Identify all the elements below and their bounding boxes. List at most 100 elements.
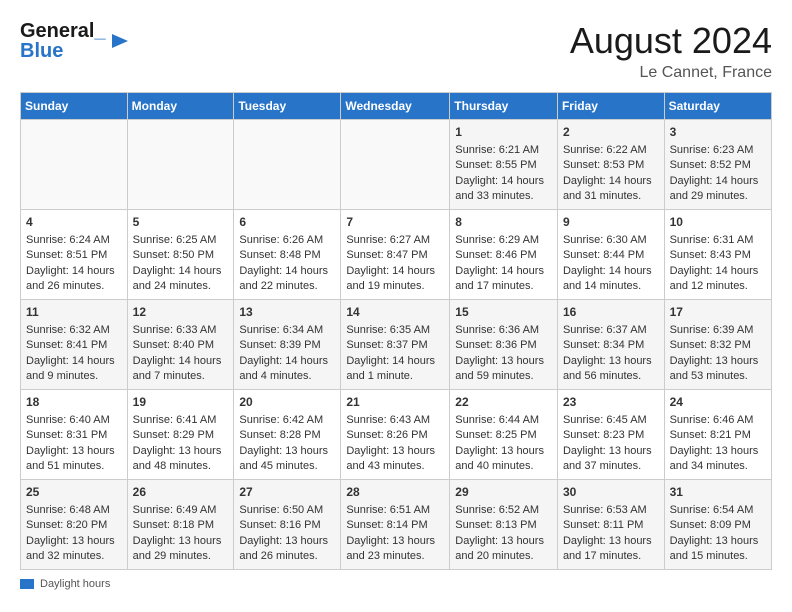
day-number: 24 [670, 394, 766, 411]
day-info: Sunset: 8:41 PM [26, 338, 122, 353]
calendar-cell: 19 Sunrise: 6:41 AMSunset: 8:29 PMDayligh… [127, 390, 234, 480]
day-info: Daylight: 13 hours and 48 minutes. [133, 444, 229, 475]
col-header-saturday: Saturday [664, 93, 771, 120]
day-info: Sunset: 8:40 PM [133, 338, 229, 353]
day-info: Daylight: 14 hours and 9 minutes. [26, 354, 122, 385]
day-number: 21 [346, 394, 444, 411]
calendar-cell [234, 120, 341, 210]
day-info: Daylight: 13 hours and 45 minutes. [239, 444, 335, 475]
calendar-cell: 16Sunrise: 6:37 AMSunset: 8:34 PMDayligh… [557, 300, 664, 390]
day-info: Daylight: 14 hours and 17 minutes. [455, 264, 552, 295]
day-info: Sunrise: 6:54 AM [670, 503, 766, 518]
day-info: Daylight: 13 hours and 26 minutes. [239, 534, 335, 565]
day-info: Daylight: 13 hours and 40 minutes. [455, 444, 552, 475]
legend: Daylight hours [20, 578, 772, 590]
day-number: 18 [26, 394, 122, 411]
calendar-cell: 26Sunrise: 6:49 AMSunset: 8:18 PMDayligh… [127, 480, 234, 570]
day-number: 8 [455, 214, 552, 231]
day-info: Sunrise: 6:35 AM [346, 323, 444, 338]
calendar-cell: 18Sunrise: 6:40 AMSunset: 8:31 PMDayligh… [21, 390, 128, 480]
calendar-cell: 15Sunrise: 6:36 AMSunset: 8:36 PMDayligh… [450, 300, 558, 390]
col-header-monday: Monday [127, 93, 234, 120]
calendar-cell: 20Sunrise: 6:42 AMSunset: 8:28 PMDayligh… [234, 390, 341, 480]
day-number: 13 [239, 304, 335, 321]
day-number: 26 [133, 484, 229, 501]
day-info: Daylight: 13 hours and 43 minutes. [346, 444, 444, 475]
day-info: Sunrise: 6:30 AM [563, 233, 659, 248]
month-year-title: August 2024 [570, 20, 772, 62]
calendar-cell: 14Sunrise: 6:35 AMSunset: 8:37 PMDayligh… [341, 300, 450, 390]
calendar-cell: 17Sunrise: 6:39 AMSunset: 8:32 PMDayligh… [664, 300, 771, 390]
calendar-cell: 23Sunrise: 6:45 AMSunset: 8:23 PMDayligh… [557, 390, 664, 480]
day-number: 30 [563, 484, 659, 501]
day-info: Sunset: 8:48 PM [239, 248, 335, 263]
day-number: 3 [670, 124, 766, 141]
calendar-cell [21, 120, 128, 210]
calendar-cell: 13Sunrise: 6:34 AMSunset: 8:39 PMDayligh… [234, 300, 341, 390]
day-info: Sunrise: 6:36 AM [455, 323, 552, 338]
day-info: Daylight: 13 hours and 51 minutes. [26, 444, 122, 475]
day-number: 14 [346, 304, 444, 321]
day-info: Sunrise: 6:43 AM [346, 413, 444, 428]
day-info: Daylight: 14 hours and 24 minutes. [133, 264, 229, 295]
calendar-cell: 29Sunrise: 6:52 AMSunset: 8:13 PMDayligh… [450, 480, 558, 570]
day-info: Daylight: 13 hours and 32 minutes. [26, 534, 122, 565]
day-info: Sunset: 8:23 PM [563, 428, 659, 443]
day-info: Sunrise: 6:48 AM [26, 503, 122, 518]
day-info: Daylight: 14 hours and 31 minutes. [563, 174, 659, 205]
day-info: Sunrise: 6:41 AM [133, 413, 229, 428]
day-info: Daylight: 13 hours and 59 minutes. [455, 354, 552, 385]
week-row-1: 1Sunrise: 6:21 AMSunset: 8:55 PMDaylight… [21, 120, 772, 210]
day-info: Sunset: 8:29 PM [133, 428, 229, 443]
day-info: Daylight: 13 hours and 34 minutes. [670, 444, 766, 475]
day-info: Sunrise: 6:32 AM [26, 323, 122, 338]
day-info: Daylight: 13 hours and 37 minutes. [563, 444, 659, 475]
day-info: Sunset: 8:36 PM [455, 338, 552, 353]
day-info: Sunset: 8:32 PM [670, 338, 766, 353]
day-info: Sunset: 8:51 PM [26, 248, 122, 263]
calendar-header-row: SundayMondayTuesdayWednesdayThursdayFrid… [21, 93, 772, 120]
day-info: Sunset: 8:52 PM [670, 158, 766, 173]
day-info: Sunset: 8:20 PM [26, 518, 122, 533]
day-info: Sunrise: 6:44 AM [455, 413, 552, 428]
location-subtitle: Le Cannet, France [570, 64, 772, 82]
day-info: Sunrise: 6:49 AM [133, 503, 229, 518]
day-number: 10 [670, 214, 766, 231]
day-info: Sunset: 8:46 PM [455, 248, 552, 263]
day-number: 9 [563, 214, 659, 231]
col-header-tuesday: Tuesday [234, 93, 341, 120]
day-info: Daylight: 14 hours and 19 minutes. [346, 264, 444, 295]
calendar-cell: 3Sunrise: 6:23 AMSunset: 8:52 PMDaylight… [664, 120, 771, 210]
day-info: Daylight: 14 hours and 4 minutes. [239, 354, 335, 385]
day-info: Daylight: 13 hours and 17 minutes. [563, 534, 659, 565]
day-info: Sunrise: 6:29 AM [455, 233, 552, 248]
day-info: Sunset: 8:21 PM [670, 428, 766, 443]
day-info: Sunrise: 6:33 AM [133, 323, 229, 338]
day-info: Sunset: 8:50 PM [133, 248, 229, 263]
day-info: Sunrise: 6:31 AM [670, 233, 766, 248]
day-info: Daylight: 13 hours and 23 minutes. [346, 534, 444, 565]
day-info: Daylight: 13 hours and 29 minutes. [133, 534, 229, 565]
day-number: 25 [26, 484, 122, 501]
day-info: Sunrise: 6:42 AM [239, 413, 335, 428]
day-number: 20 [239, 394, 335, 411]
day-number: 11 [26, 304, 122, 321]
day-info: Sunrise: 6:50 AM [239, 503, 335, 518]
day-info: Daylight: 13 hours and 15 minutes. [670, 534, 766, 565]
day-number: 2 [563, 124, 659, 141]
day-info: Daylight: 14 hours and 26 minutes. [26, 264, 122, 295]
day-info: Daylight: 13 hours and 20 minutes. [455, 534, 552, 565]
calendar-cell: 22Sunrise: 6:44 AMSunset: 8:25 PMDayligh… [450, 390, 558, 480]
day-info: Sunset: 8:47 PM [346, 248, 444, 263]
calendar-cell: 11 Sunrise: 6:32 AMSunset: 8:41 PMDayligh… [21, 300, 128, 390]
calendar-cell: 31Sunrise: 6:54 AMSunset: 8:09 PMDayligh… [664, 480, 771, 570]
day-number: 19 [133, 394, 229, 411]
day-info: Daylight: 14 hours and 1 minute. [346, 354, 444, 385]
week-row-2: 4Sunrise: 6:24 AMSunset: 8:51 PMDaylight… [21, 210, 772, 300]
day-info: Sunrise: 6:21 AM [455, 143, 552, 158]
calendar-cell: 10Sunrise: 6:31 AMSunset: 8:43 PMDayligh… [664, 210, 771, 300]
day-info: Sunset: 8:13 PM [455, 518, 552, 533]
day-info: Daylight: 14 hours and 7 minutes. [133, 354, 229, 385]
week-row-5: 25Sunrise: 6:48 AMSunset: 8:20 PMDayligh… [21, 480, 772, 570]
day-number: 12 [133, 304, 229, 321]
